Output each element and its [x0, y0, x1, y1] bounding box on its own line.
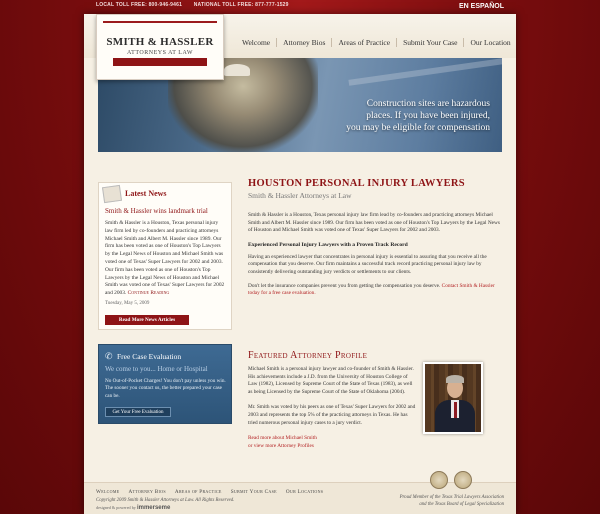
footer: Welcome Attorney Bios Areas of Practice … — [84, 471, 516, 514]
news-article-title[interactable]: Smith & Hassler wins landmark trial — [105, 207, 208, 215]
designer-credit[interactable]: designed & powered by immerseme — [96, 505, 170, 511]
read-more-michael-smith-link[interactable]: Read more about Michael Smith — [248, 435, 416, 443]
contact-paragraph: Don't let the insurance companies preven… — [248, 283, 502, 298]
logo[interactable]: SMITH & HASSLER ATTORNEYS AT LAW — [96, 14, 224, 80]
main-content: HOUSTON PERSONAL INJURY LAWYERS Smith & … — [248, 178, 502, 298]
featured-attorney: Featured Attorney Profile Michael Smith … — [248, 350, 502, 449]
main-nav: Welcome Attorney Bios Areas of Practice … — [236, 38, 517, 47]
footer-nav-attorney-bios[interactable]: Attorney Bios — [128, 489, 165, 495]
footer-nav: Welcome Attorney Bios Areas of Practice … — [96, 489, 332, 495]
experience-paragraph: Having an experienced lawyer that concen… — [248, 253, 487, 275]
attorney-portrait — [423, 362, 483, 434]
top-bar: LOCAL TOLL FREE: 800-946-9461 NATIONAL T… — [0, 0, 600, 14]
logo-frame: SMITH & HASSLER ATTORNEYS AT LAW — [103, 21, 217, 73]
nav-welcome[interactable]: Welcome — [236, 38, 276, 47]
local-toll-free[interactable]: LOCAL TOLL FREE: 800-946-9461 — [96, 2, 182, 8]
nav-our-location[interactable]: Our Location — [463, 38, 516, 47]
news-body-text: Smith & Hassler is a Houston, Texas pers… — [105, 220, 225, 297]
page-title: HOUSTON PERSONAL INJURY LAWYERS — [248, 178, 465, 189]
footer-nav-submit-your-case[interactable]: Submit Your Case — [231, 489, 277, 495]
nav-areas-of-practice[interactable]: Areas of Practice — [331, 38, 396, 47]
membership-line-1: Proud Member of the Texas Trial Lawyers … — [399, 495, 504, 500]
page-container: SMITH & HASSLER ATTORNEYS AT LAW Welcome… — [84, 14, 516, 514]
featured-paragraph-2: Mr. Smith was voted by his peers as one … — [248, 404, 416, 426]
membership-note: Proud Member of the Texas Trial Lawyers … — [400, 495, 504, 509]
latest-news-box: Latest News Smith & Hassler wins landmar… — [98, 182, 232, 330]
footer-nav-areas-of-practice[interactable]: Areas of Practice — [175, 489, 222, 495]
nav-attorney-bios[interactable]: Attorney Bios — [276, 38, 331, 47]
featured-text: Michael Smith is a personal injury lawye… — [248, 366, 416, 450]
phone-numbers: LOCAL TOLL FREE: 800-946-9461 NATIONAL T… — [96, 2, 299, 8]
free-case-welcome: We come to you... Home or Hospital — [105, 365, 208, 373]
news-date: Tuesday, May 5, 2009 — [105, 301, 150, 306]
banner-line-3: you may be eligible for compensation — [346, 123, 490, 133]
designer-brand: immerseme — [136, 505, 171, 511]
footer-nav-welcome[interactable]: Welcome — [96, 489, 119, 495]
copyright: Copyright 2009 Smith & Hassler Attorneys… — [96, 498, 235, 503]
tie-shape — [453, 402, 457, 418]
logo-name: SMITH & HASSLER — [106, 36, 214, 48]
steel-beam-shape — [348, 58, 502, 86]
hard-hat-shape — [224, 64, 250, 76]
read-more-news-button[interactable]: Read More News Articles — [105, 315, 189, 325]
header: SMITH & HASSLER ATTORNEYS AT LAW Welcome… — [84, 14, 517, 80]
espanol-link[interactable]: EN ESPAÑOL — [459, 3, 504, 10]
banner-line-1: Construction sites are hazardous — [366, 99, 490, 109]
logo-subtitle: ATTORNEYS AT LAW — [127, 50, 193, 56]
banner-tagline: Construction sites are hazardous places.… — [346, 98, 490, 134]
continue-reading-link[interactable]: Continue Reading — [128, 290, 170, 296]
news-article-body: Smith & Hassler is a Houston, Texas pers… — [105, 220, 227, 298]
nav-submit-your-case[interactable]: Submit Your Case — [396, 38, 463, 47]
featured-heading: Featured Attorney Profile — [248, 350, 368, 361]
contact-text: Don't let the insurance companies preven… — [248, 282, 441, 289]
hair-shape — [446, 375, 464, 383]
footer-nav-our-locations[interactable]: Our Locations — [286, 489, 323, 495]
view-attorney-profiles-link[interactable]: or view more Attorney Profiles — [248, 443, 416, 451]
membership-line-2: and the Texas Board of Legal Specializat… — [419, 501, 504, 507]
page-subtitle: Smith & Hassler Attorneys at Law — [248, 191, 352, 200]
intro-paragraph: Smith & Hassler is a Houston, Texas pers… — [248, 212, 500, 234]
association-seals — [430, 471, 472, 489]
free-case-heading: Free Case Evaluation — [117, 352, 182, 361]
ttla-seal-icon — [430, 471, 448, 489]
tbls-seal-icon — [454, 471, 472, 489]
featured-links: Read more about Michael Smith or view mo… — [248, 435, 416, 450]
latest-news-heading: Latest News — [125, 189, 167, 198]
designed-by-text: designed & powered by — [96, 505, 136, 510]
logo-ribbon — [113, 58, 207, 66]
national-toll-free[interactable]: NATIONAL TOLL FREE: 877-777-1529 — [194, 2, 289, 8]
newspaper-icon — [101, 184, 123, 204]
phone-icon: ✆ — [105, 351, 113, 361]
free-case-body: No Out-of-Pocket Charges! You don't pay … — [105, 378, 226, 399]
free-case-evaluation-box: ✆ Free Case Evaluation We come to you...… — [98, 344, 232, 424]
featured-paragraph-1: Michael Smith is a personal injury lawye… — [248, 366, 414, 395]
banner-line-2: places. If you have been injured, — [366, 111, 490, 121]
free-evaluation-button[interactable]: Get Your Free Evaluation — [105, 407, 171, 417]
section-subheading: Experienced Personal Injury Lawyers with… — [248, 241, 408, 248]
